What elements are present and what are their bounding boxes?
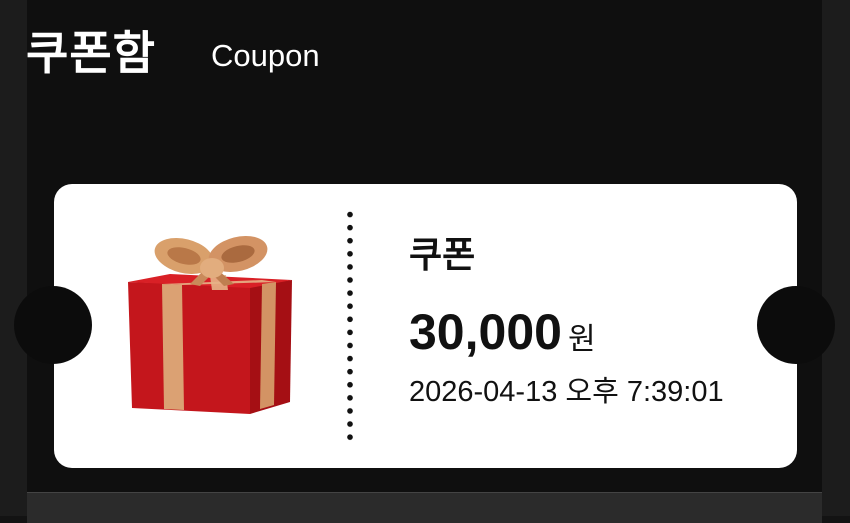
coupon-amount: 30,000 (409, 304, 562, 360)
coupon-amount-row: 30,000 원 (409, 303, 596, 361)
page-title: 쿠폰함 (26, 26, 156, 80)
coupon-notch-right (757, 286, 835, 364)
page-subtitle: Coupon (211, 38, 320, 73)
app-screen: 쿠폰함 Coupon 쿠폰 30,000 원 2026-04-13 오후 7:3… (0, 0, 850, 523)
gift-box-icon (128, 235, 292, 414)
next-item-edge (27, 492, 822, 523)
coupon-name: 쿠폰 (409, 235, 476, 276)
coupon-datetime: 2026-04-13 오후 7:39:01 (409, 376, 724, 408)
coupon-perforation (346, 208, 354, 444)
coupon-notch-left (14, 286, 92, 364)
right-edge (822, 0, 850, 516)
currency-unit: 원 (567, 322, 596, 357)
left-edge (0, 0, 27, 516)
